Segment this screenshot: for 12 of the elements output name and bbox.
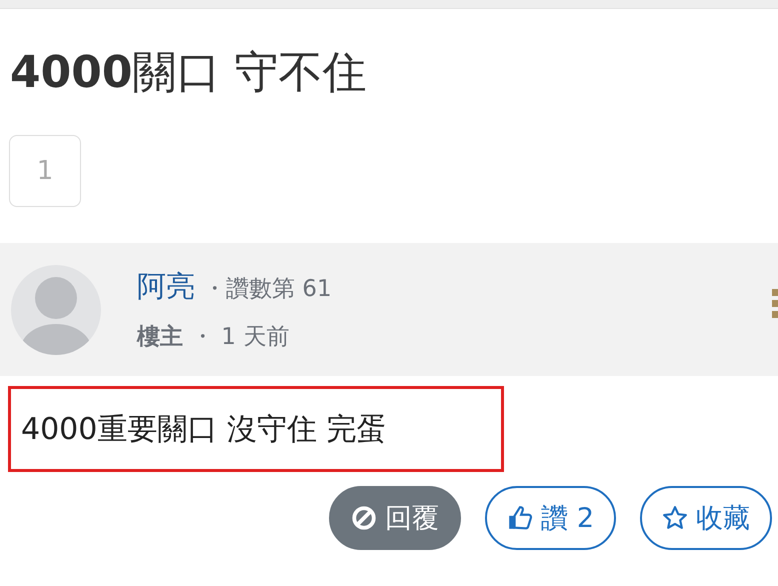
- author-name[interactable]: 阿亮: [137, 267, 195, 308]
- post-text: 4000重要關口 沒守住 完蛋: [21, 410, 386, 449]
- rank-text: ・讚數第 61: [203, 275, 332, 304]
- avatar-icon: [11, 264, 101, 355]
- role-label: 樓主: [137, 323, 183, 352]
- thread-title: 4000關口 守不住: [10, 49, 368, 98]
- favorite-button[interactable]: 收藏: [640, 486, 772, 550]
- thumbs-up-icon: [507, 505, 534, 532]
- prohibited-icon: [351, 505, 378, 532]
- post-time: ・ 1 天前: [191, 323, 290, 352]
- star-icon: [662, 505, 688, 532]
- like-button[interactable]: 讚 2: [485, 486, 616, 550]
